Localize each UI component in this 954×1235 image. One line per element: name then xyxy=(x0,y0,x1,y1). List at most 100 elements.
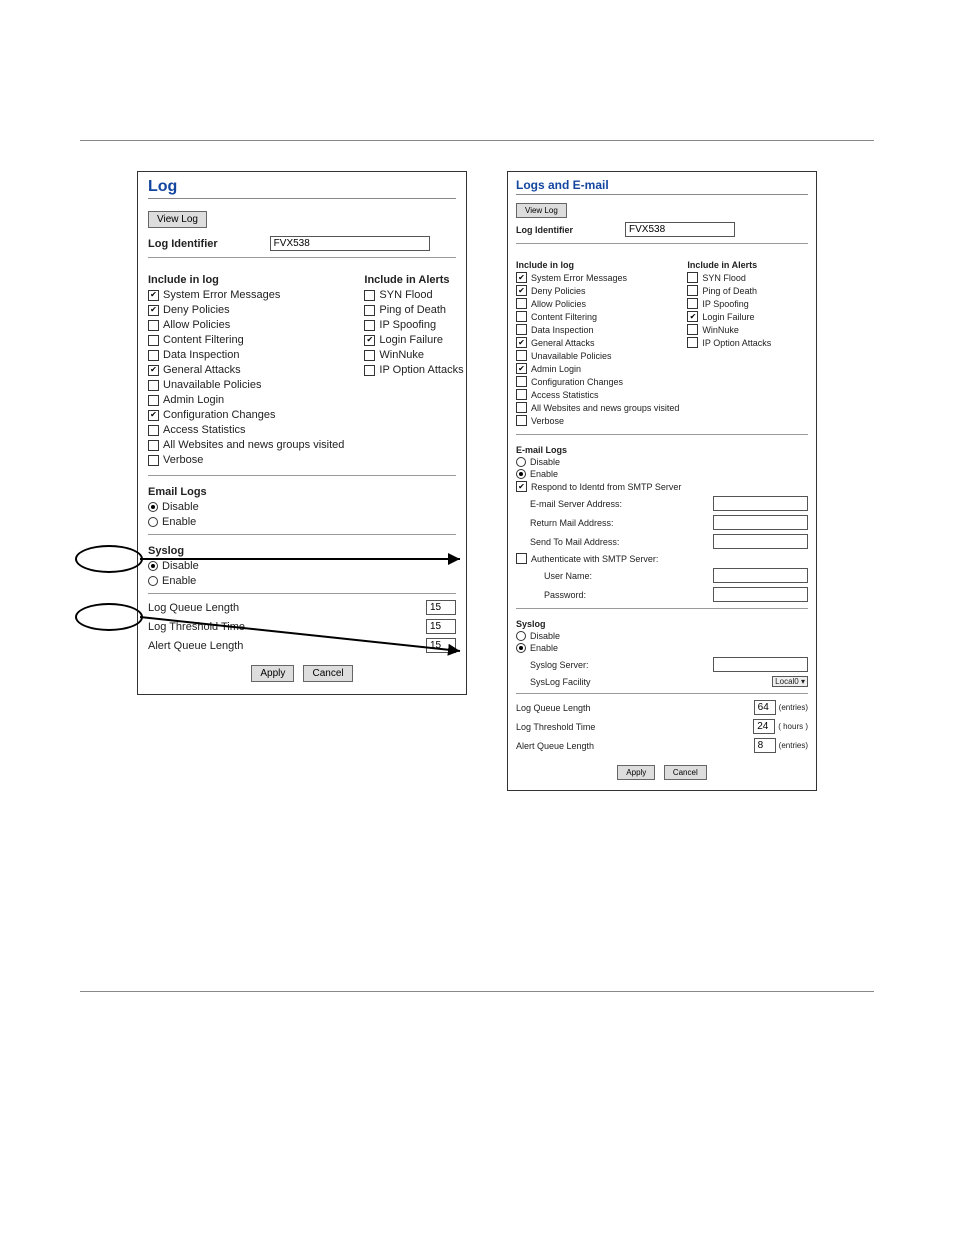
syslog-enable-radio[interactable] xyxy=(516,643,526,653)
checkbox-row: Verbose xyxy=(516,415,679,426)
checkbox[interactable] xyxy=(364,290,375,301)
checkbox-row: Unavailable Policies xyxy=(516,350,679,361)
checkbox[interactable] xyxy=(687,337,698,348)
respond-identd-checkbox[interactable] xyxy=(516,481,527,492)
send-to-mail-input[interactable] xyxy=(713,534,808,549)
checkbox[interactable] xyxy=(516,285,527,296)
user-name-input[interactable] xyxy=(713,568,808,583)
checkbox-label: IP Spoofing xyxy=(702,299,748,309)
checkbox[interactable] xyxy=(516,298,527,309)
checkbox-label: Admin Login xyxy=(163,394,224,406)
checkbox[interactable] xyxy=(148,455,159,466)
email-enable-radio[interactable] xyxy=(516,469,526,479)
checkbox[interactable] xyxy=(516,272,527,283)
checkbox[interactable] xyxy=(148,410,159,421)
log-threshold-time-input[interactable] xyxy=(426,619,456,634)
checkbox-row: Access Statistics xyxy=(516,389,679,400)
checkbox[interactable] xyxy=(148,305,159,316)
checkbox[interactable] xyxy=(364,335,375,346)
password-input[interactable] xyxy=(713,587,808,602)
alert-queue-length-label: Alert Queue Length xyxy=(516,741,594,751)
checkbox[interactable] xyxy=(364,320,375,331)
log-threshold-time-input[interactable] xyxy=(753,719,775,734)
email-enable-radio[interactable] xyxy=(148,517,158,527)
entries-suffix: (entries) xyxy=(779,703,808,712)
checkbox[interactable] xyxy=(516,350,527,361)
checkbox[interactable] xyxy=(148,440,159,451)
checkbox[interactable] xyxy=(687,298,698,309)
checkbox-label: Ping of Death xyxy=(379,304,446,316)
apply-button[interactable]: Apply xyxy=(617,765,655,780)
view-log-button[interactable]: View Log xyxy=(516,203,567,218)
divider xyxy=(148,593,456,594)
checkbox[interactable] xyxy=(516,415,527,426)
checkbox-row: Configuration Changes xyxy=(516,376,679,387)
checkbox-row: SYN Flood xyxy=(364,289,463,301)
checkbox[interactable] xyxy=(148,380,159,391)
checkbox[interactable] xyxy=(687,324,698,335)
checkbox[interactable] xyxy=(687,311,698,322)
cancel-button[interactable]: Cancel xyxy=(303,665,352,682)
checkbox-label: Admin Login xyxy=(531,364,581,374)
checkbox-label: Verbose xyxy=(163,454,203,466)
log-identifier-label: Log Identifier xyxy=(516,225,573,235)
checkbox-row: Login Failure xyxy=(687,311,808,322)
apply-button[interactable]: Apply xyxy=(251,665,294,682)
checkbox-row: Ping of Death xyxy=(364,304,463,316)
log-queue-length-input[interactable] xyxy=(426,600,456,615)
checkbox[interactable] xyxy=(687,285,698,296)
checkbox[interactable] xyxy=(148,425,159,436)
checkbox-label: Allow Policies xyxy=(163,319,230,331)
checkbox[interactable] xyxy=(148,350,159,361)
checkbox[interactable] xyxy=(364,305,375,316)
checkbox[interactable] xyxy=(516,376,527,387)
syslog-enable-radio[interactable] xyxy=(148,576,158,586)
checkbox[interactable] xyxy=(148,335,159,346)
syslog-disable-radio[interactable] xyxy=(148,561,158,571)
checkbox[interactable] xyxy=(148,395,159,406)
checkbox-label: WinNuke xyxy=(702,325,739,335)
checkbox-label: SYN Flood xyxy=(702,273,746,283)
checkbox-row: System Error Messages xyxy=(516,272,679,283)
divider xyxy=(148,475,456,476)
syslog-facility-select[interactable]: Local0 ▾ xyxy=(772,676,808,687)
panel-title: Log xyxy=(148,178,456,199)
alert-queue-length-input[interactable] xyxy=(754,738,776,753)
checkbox[interactable] xyxy=(148,290,159,301)
checkbox-row: Data Inspection xyxy=(148,349,344,361)
log-identifier-input[interactable] xyxy=(270,236,430,251)
alert-queue-length-input[interactable] xyxy=(426,638,456,653)
checkbox[interactable] xyxy=(148,365,159,376)
checkbox[interactable] xyxy=(687,272,698,283)
checkbox[interactable] xyxy=(516,363,527,374)
syslog-server-input[interactable] xyxy=(713,657,808,672)
include-alerts-header: Include in Alerts xyxy=(687,260,808,270)
checkbox[interactable] xyxy=(364,365,375,376)
checkbox[interactable] xyxy=(516,337,527,348)
email-server-input[interactable] xyxy=(713,496,808,511)
view-log-button[interactable]: View Log xyxy=(148,211,207,228)
enable-label: Enable xyxy=(162,575,196,587)
checkbox-row: All Websites and news groups visited xyxy=(148,439,344,451)
checkbox-label: Content Filtering xyxy=(531,312,597,322)
checkbox[interactable] xyxy=(364,350,375,361)
checkbox-label: IP Spoofing xyxy=(379,319,436,331)
checkbox[interactable] xyxy=(516,311,527,322)
checkbox-row: WinNuke xyxy=(687,324,808,335)
checkbox[interactable] xyxy=(516,402,527,413)
auth-smtp-checkbox[interactable] xyxy=(516,553,527,564)
email-disable-radio[interactable] xyxy=(148,502,158,512)
log-identifier-input[interactable] xyxy=(625,222,735,237)
checkbox[interactable] xyxy=(516,324,527,335)
email-disable-radio[interactable] xyxy=(516,457,526,467)
log-queue-length-input[interactable] xyxy=(754,700,776,715)
checkbox-label: SYN Flood xyxy=(379,289,432,301)
checkbox[interactable] xyxy=(148,320,159,331)
checkbox-label: Verbose xyxy=(531,416,564,426)
return-mail-input[interactable] xyxy=(713,515,808,530)
cancel-button[interactable]: Cancel xyxy=(664,765,707,780)
alert-queue-length-label: Alert Queue Length xyxy=(148,640,243,652)
checkbox[interactable] xyxy=(516,389,527,400)
syslog-disable-radio[interactable] xyxy=(516,631,526,641)
checkbox-row: General Attacks xyxy=(148,364,344,376)
